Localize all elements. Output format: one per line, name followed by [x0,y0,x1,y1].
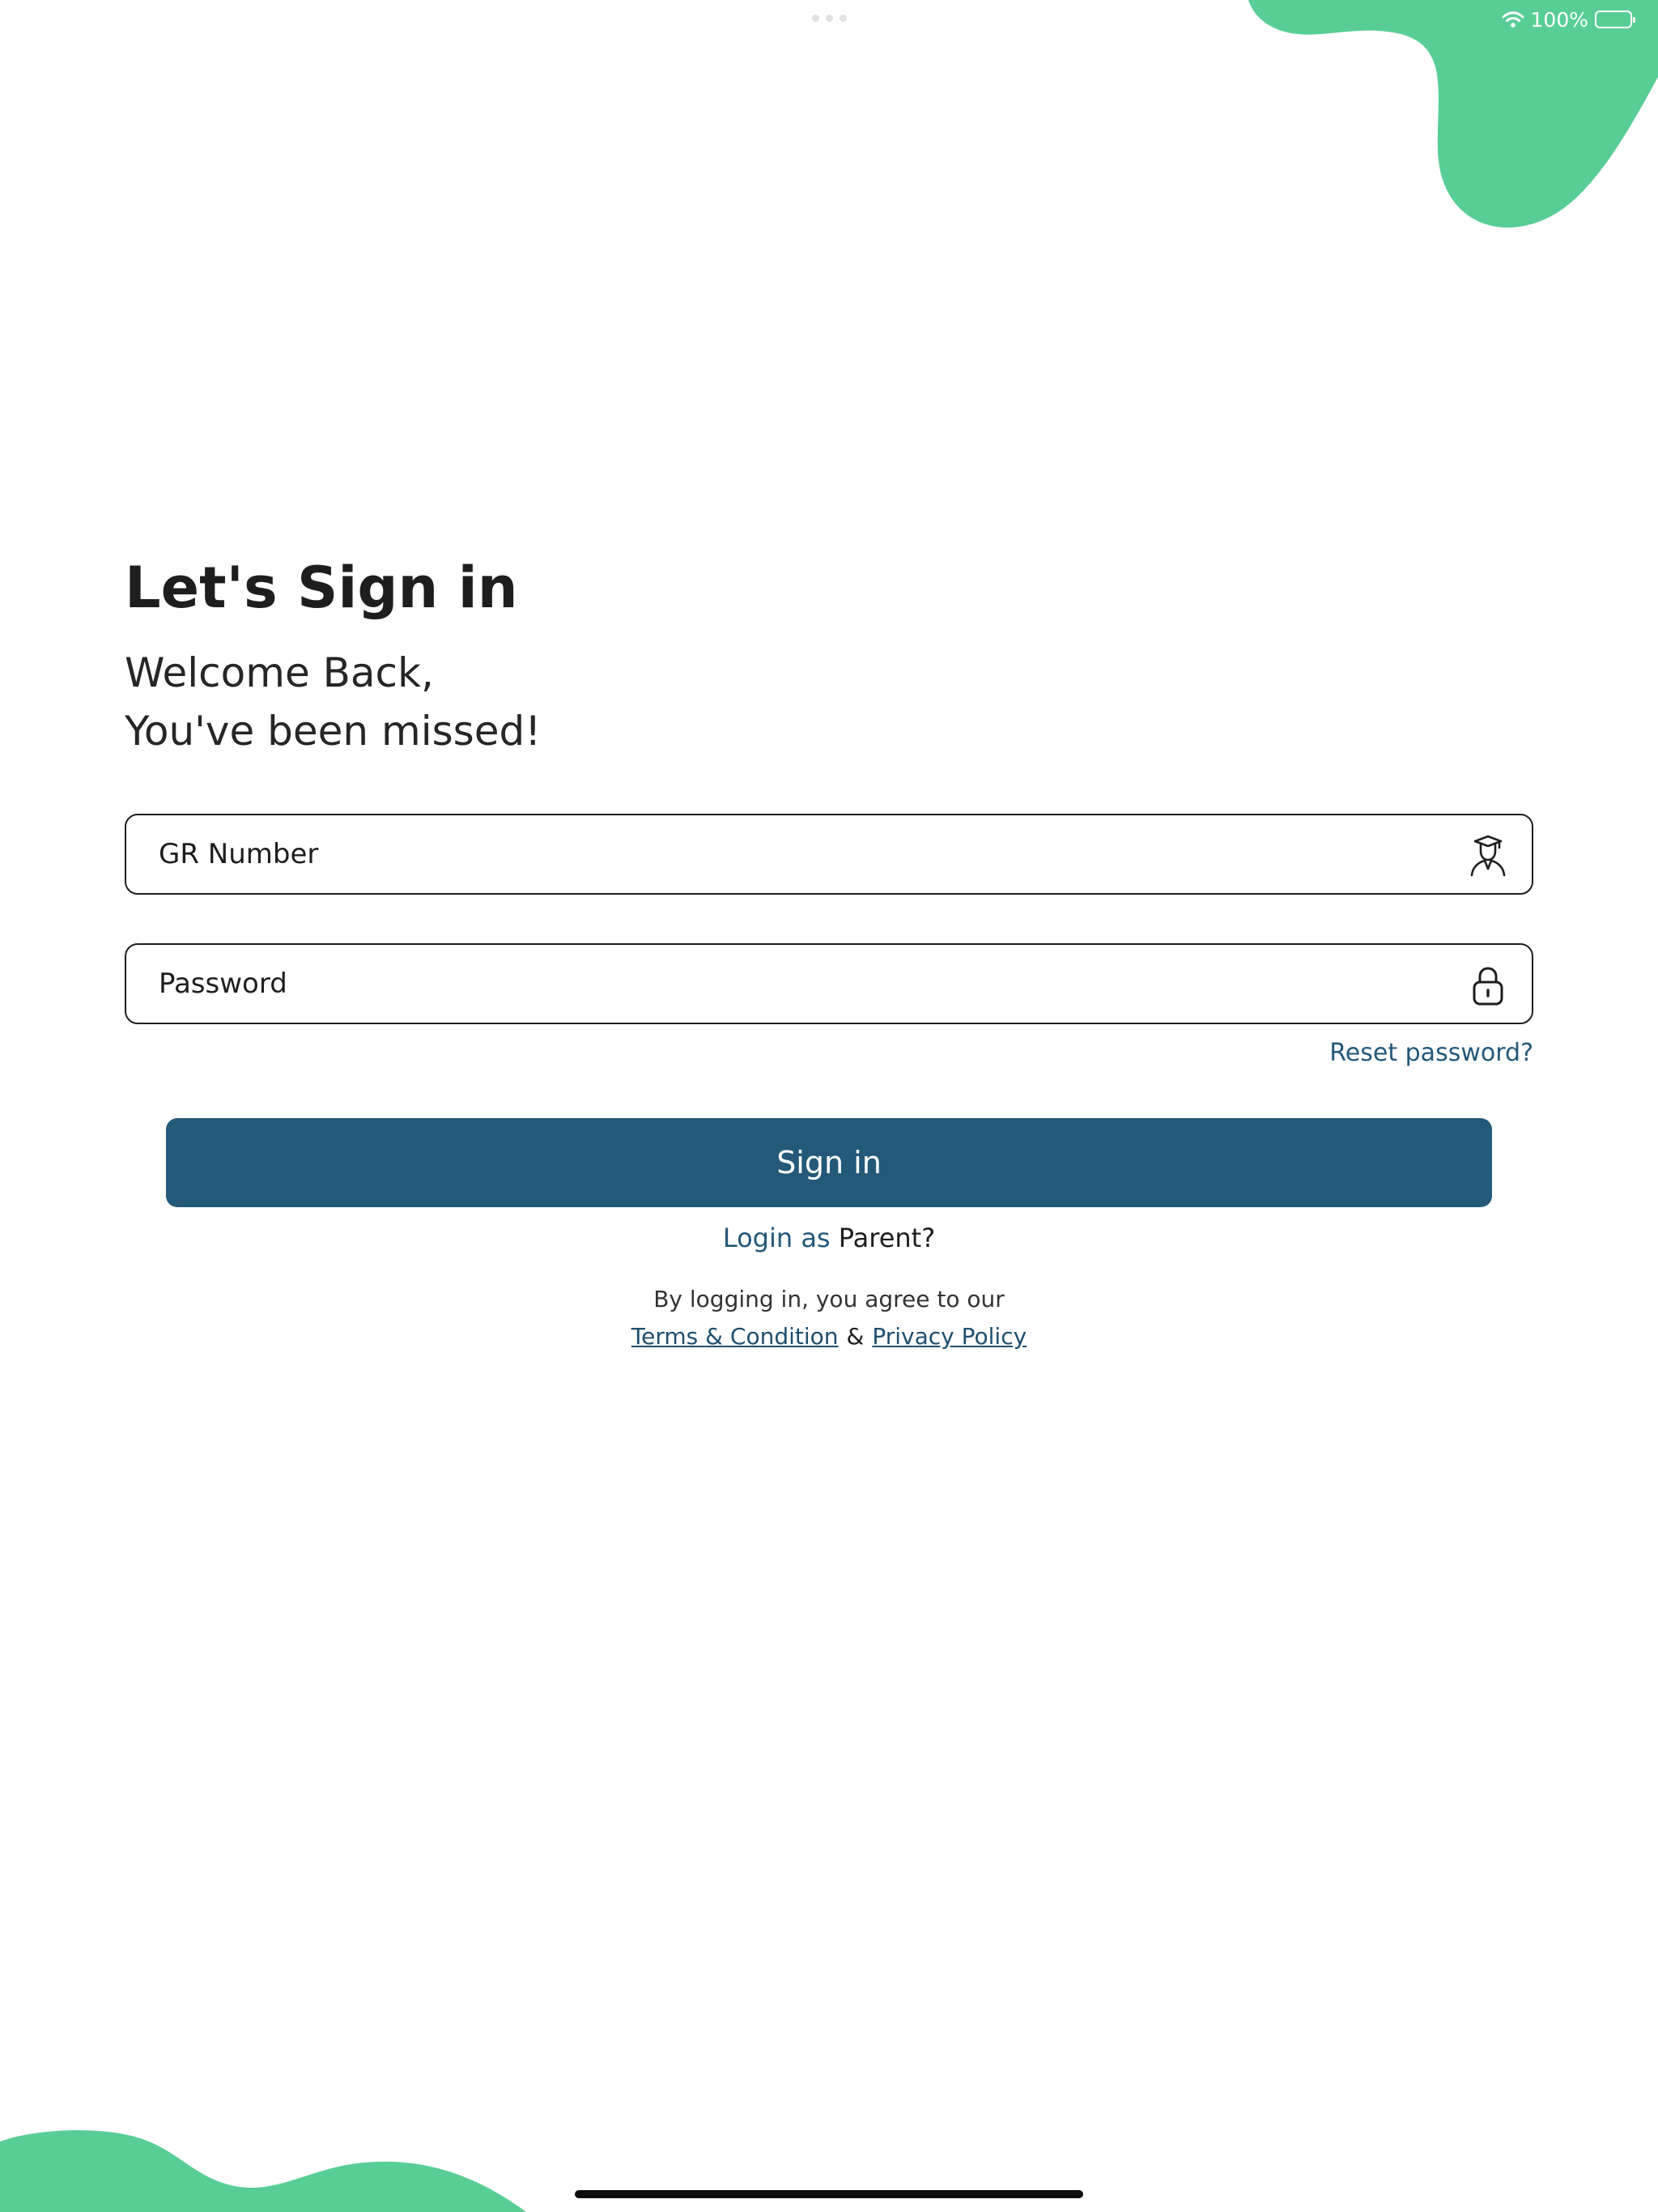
battery-percent: 100% [1530,7,1588,32]
terms-link[interactable]: Terms & Condition [631,1323,839,1350]
missed-text: You've been missed! [125,708,542,755]
sign-in-button[interactable]: Sign in [166,1118,1492,1207]
parent-link[interactable]: Parent? [839,1223,935,1253]
wifi-icon [1502,11,1524,28]
student-icon [1465,833,1511,878]
lock-icon [1465,963,1511,1008]
gr-number-input[interactable] [159,822,1422,887]
multitask-dot [839,15,847,22]
password-field[interactable] [125,943,1533,1024]
battery-icon [1595,11,1635,28]
multitasking-indicator[interactable] [810,15,848,23]
page-title: Let's Sign in [125,555,518,621]
password-input[interactable] [159,951,1422,1016]
top-right-decorative-blob [1248,0,1658,228]
welcome-text: Welcome Back, [125,649,434,696]
agreement-text: By logging in, you agree to our [653,1286,1005,1312]
ampersand: & [846,1323,865,1350]
multitask-dot [811,15,819,22]
bottom-left-decorative-blob [0,2129,526,2212]
home-indicator[interactable] [575,2190,1083,2198]
login-as-parent[interactable]: Login as Parent? [0,1223,1658,1253]
status-bar: 100% [1502,6,1635,32]
privacy-policy-link[interactable]: Privacy Policy [872,1323,1027,1350]
multitask-dot [825,15,833,22]
reset-password-link[interactable]: Reset password? [1329,1039,1533,1067]
login-as-label[interactable]: Login as [723,1223,831,1253]
legal-links: Terms & Condition & Privacy Policy [0,1323,1658,1350]
gr-number-field[interactable] [125,814,1533,895]
